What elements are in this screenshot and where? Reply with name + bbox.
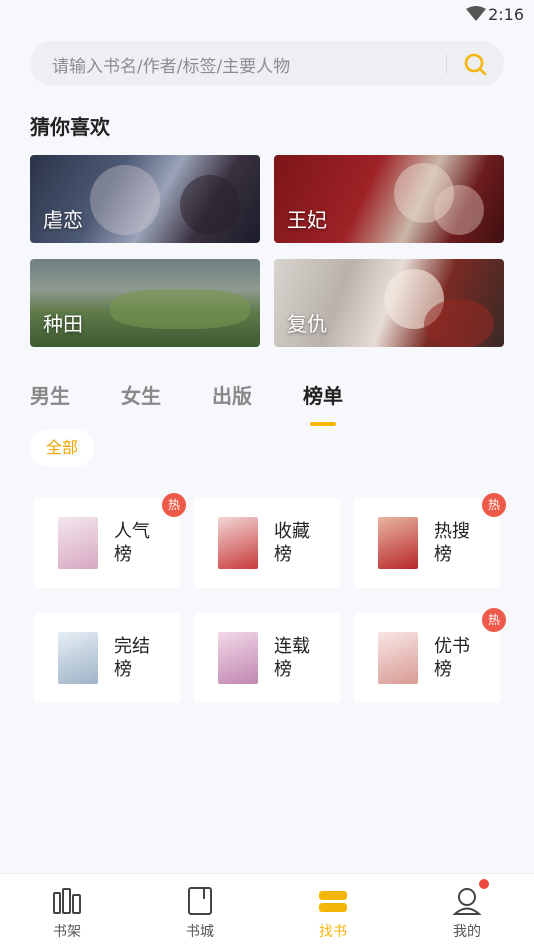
section-title: 猜你喜欢: [30, 115, 110, 139]
nav-label: 书架: [53, 924, 81, 940]
book-cover: [58, 517, 98, 569]
filter-chip-all[interactable]: 全部: [30, 429, 94, 467]
nav-label: 我的: [453, 924, 481, 940]
notification-dot: [479, 879, 489, 889]
ranking-name: 连载榜: [274, 636, 310, 680]
search-bar[interactable]: 请输入书名/作者/标签/主要人物: [30, 41, 504, 86]
genre-label: 虐恋: [43, 208, 83, 232]
ranking-card-quality[interactable]: 优书榜: [354, 613, 500, 703]
category-tabs: 男生 女生 出版 榜单: [0, 380, 534, 430]
book-cover: [58, 632, 98, 684]
status-time: 2:16: [488, 5, 524, 24]
nav-bookshelf[interactable]: 书架: [27, 874, 107, 949]
genre-label: 复仇: [287, 312, 327, 336]
genre-tile-wangfei[interactable]: 王妃: [274, 155, 504, 243]
bookstore-icon: [188, 887, 212, 915]
ranking-card-completed[interactable]: 完结榜: [34, 613, 180, 703]
profile-icon: [452, 888, 482, 915]
tile-artwork: [434, 185, 484, 235]
genre-label: 种田: [43, 312, 83, 336]
ranking-card-favorites[interactable]: 收藏榜: [194, 498, 340, 588]
genre-tile-zhongtian[interactable]: 种田: [30, 259, 260, 347]
ranking-name: 收藏榜: [274, 521, 310, 565]
nav-bookstore[interactable]: 书城: [160, 874, 240, 949]
hot-badge: 热: [482, 493, 506, 517]
search-divider: [446, 54, 447, 74]
wifi-icon: [466, 6, 486, 21]
hot-badge: 热: [162, 493, 186, 517]
tab-female[interactable]: 女生: [121, 380, 161, 409]
nav-profile[interactable]: 我的: [427, 874, 507, 949]
ranking-card-hot-search[interactable]: 热搜榜: [354, 498, 500, 588]
search-input[interactable]: 请输入书名/作者/标签/主要人物: [52, 52, 290, 77]
nav-label: 找书: [319, 924, 347, 940]
tab-published[interactable]: 出版: [212, 380, 252, 409]
book-cover: [378, 632, 418, 684]
book-cover: [218, 517, 258, 569]
ranking-name: 完结榜: [114, 636, 150, 680]
genre-tile-fuchou[interactable]: 复仇: [274, 259, 504, 347]
ranking-card-serializing[interactable]: 连载榜: [194, 613, 340, 703]
find-book-icon: [319, 891, 347, 912]
status-bar: 2:16: [0, 0, 534, 30]
book-cover: [218, 632, 258, 684]
tab-male[interactable]: 男生: [30, 380, 70, 409]
nav-label: 书城: [186, 924, 214, 940]
active-tab-indicator: [310, 422, 336, 426]
hot-badge: 热: [482, 608, 506, 632]
genre-label: 王妃: [287, 208, 327, 232]
tile-artwork: [424, 299, 494, 347]
genre-tile-nuelian[interactable]: 虐恋: [30, 155, 260, 243]
tile-artwork: [180, 175, 240, 235]
tile-artwork: [110, 289, 250, 329]
bottom-nav: 书架 书城 找书 我的: [0, 873, 534, 949]
nav-find-book[interactable]: 找书: [293, 874, 373, 949]
tile-artwork: [90, 165, 160, 235]
tab-rankings[interactable]: 榜单: [303, 380, 343, 409]
ranking-card-popular[interactable]: 人气榜: [34, 498, 180, 588]
ranking-name: 人气榜: [114, 521, 150, 565]
ranking-name: 优书榜: [434, 636, 470, 680]
book-cover: [378, 517, 418, 569]
search-icon[interactable]: [463, 52, 487, 76]
bookshelf-icon: [53, 888, 81, 914]
ranking-name: 热搜榜: [434, 521, 470, 565]
